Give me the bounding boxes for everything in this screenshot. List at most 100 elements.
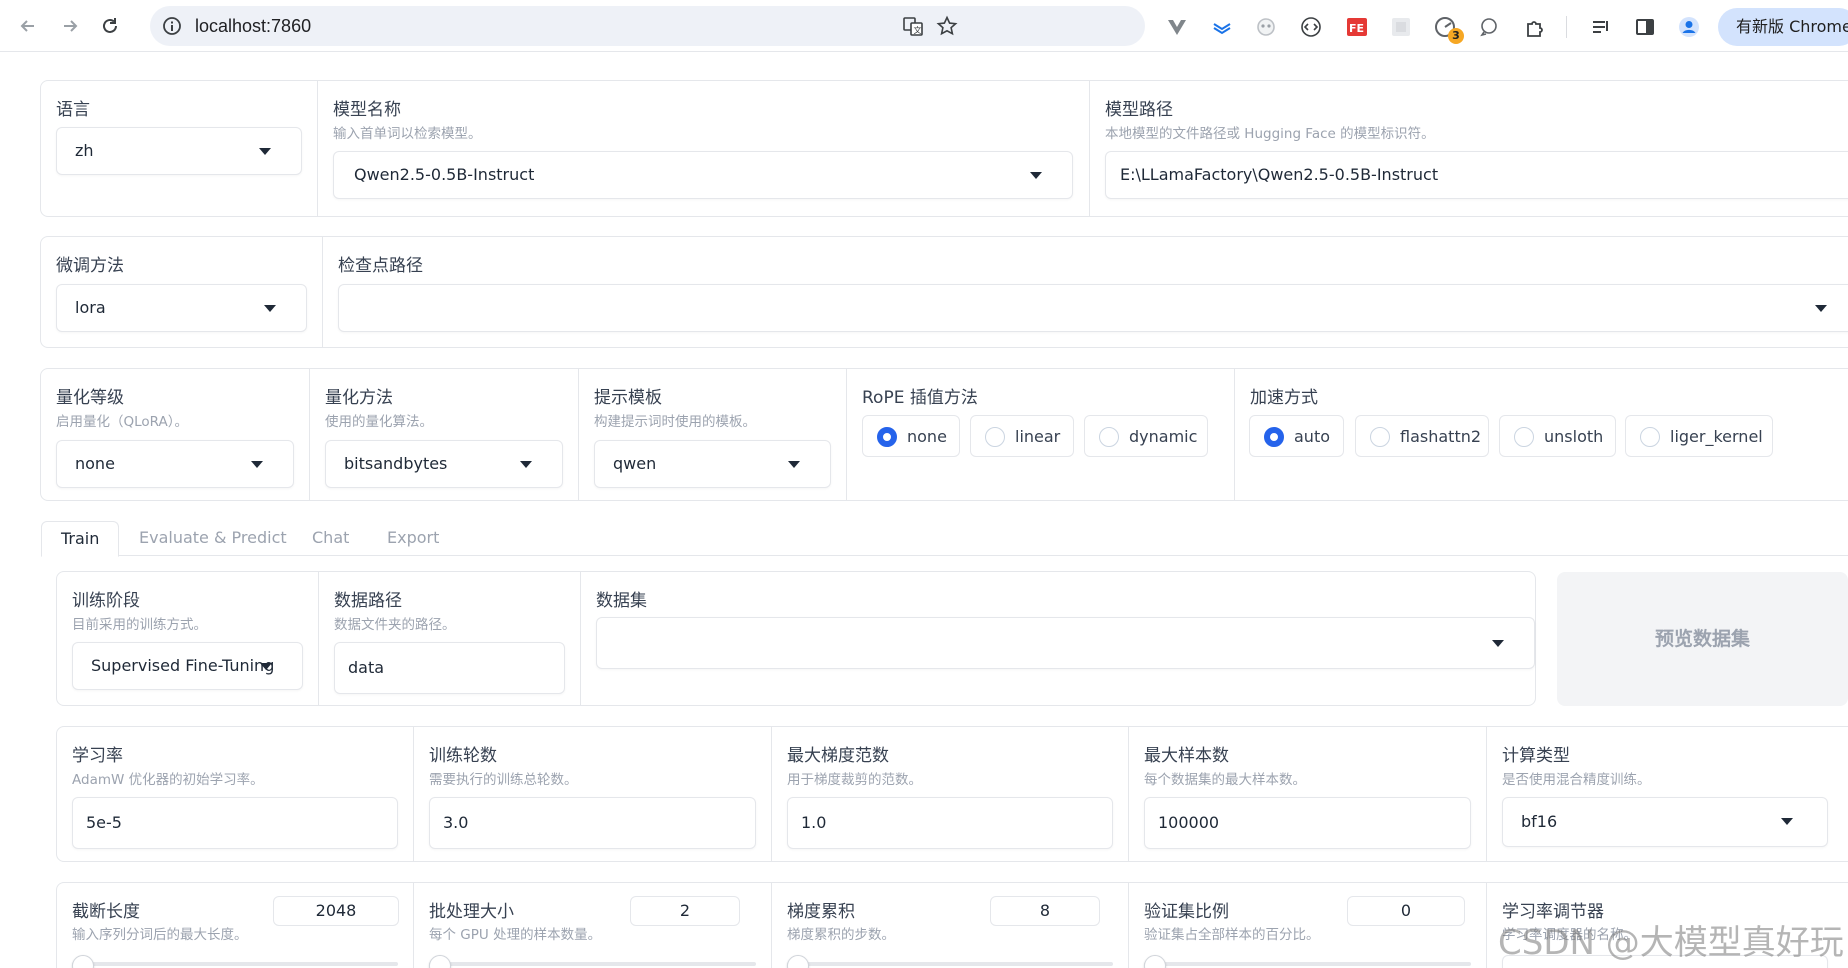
chevron-down-icon: [1030, 172, 1042, 179]
epochs-info: 需要执行的训练总轮数。: [429, 772, 578, 788]
booster-radio-unsloth[interactable]: unsloth: [1499, 415, 1616, 457]
radio-unchecked-icon: [985, 427, 1005, 447]
cutoff-len-cell: 截断长度 输入序列分词后的最大长度。 2048: [57, 883, 414, 968]
rope-radio-none[interactable]: none: [862, 415, 960, 457]
booster-label: 加速方式: [1250, 388, 1318, 408]
grad-accum-slider-handle[interactable]: [787, 955, 809, 968]
code-extension-icon[interactable]: [1300, 16, 1322, 38]
finetune-dropdown[interactable]: lora: [56, 284, 307, 332]
chevron-down-icon: [788, 461, 800, 468]
dataset-dir-cell: 数据路径 数据文件夹的路径。 data: [319, 572, 581, 705]
finetune-cell: 微调方法 lora: [41, 237, 323, 347]
preview-dataset-button[interactable]: 预览数据集: [1557, 572, 1848, 706]
quant-method-dropdown[interactable]: bitsandbytes: [325, 440, 563, 488]
dataset-cell: 数据集: [581, 572, 1537, 705]
finetune-value: lora: [75, 298, 106, 317]
side-panel-icon[interactable]: [1634, 16, 1656, 38]
model-name-info: 输入首单词以检索模型。: [333, 126, 482, 142]
reading-list-icon[interactable]: [1590, 16, 1612, 38]
rope-radio-dynamic[interactable]: dynamic: [1084, 415, 1208, 457]
template-dropdown[interactable]: qwen: [594, 440, 831, 488]
profile-avatar-icon[interactable]: [1678, 16, 1700, 38]
epochs-input[interactable]: 3.0: [429, 797, 756, 849]
chevron-down-icon: [260, 663, 272, 670]
panda-extension-icon[interactable]: [1255, 16, 1277, 38]
dataset-panel: 训练阶段 目前采用的训练方式。 Supervised Fine-Tuning 数…: [56, 571, 1536, 706]
stage-value: Supervised Fine-Tuning: [91, 656, 275, 675]
cutoff-len-slider-handle[interactable]: [72, 955, 94, 968]
tab-train[interactable]: Train: [41, 521, 120, 557]
batch-size-slider-handle[interactable]: [429, 955, 451, 968]
compute-type-info: 是否使用混合精度训练。: [1502, 772, 1651, 788]
booster-radio-auto[interactable]: auto: [1249, 415, 1344, 457]
booster-radio-liger-kernel[interactable]: liger_kernel: [1625, 415, 1773, 457]
quant-bit-dropdown[interactable]: none: [56, 440, 294, 488]
tab-chat[interactable]: Chat: [312, 521, 349, 557]
compute-type-dropdown[interactable]: bf16: [1502, 797, 1828, 847]
val-size-slider-track[interactable]: [1144, 962, 1471, 966]
stage-dropdown[interactable]: Supervised Fine-Tuning: [72, 642, 303, 690]
language-dropdown[interactable]: zh: [56, 127, 302, 175]
val-size-label: 验证集比例: [1144, 902, 1229, 922]
model-settings-panel: 语言 zh 模型名称 输入首单词以检索模型。 Qwen2.5-0.5B-Inst…: [40, 80, 1848, 217]
translate-icon[interactable]: 文: [902, 15, 924, 37]
cutoff-len-slider-track[interactable]: [72, 962, 398, 966]
image-extension-icon[interactable]: [1390, 16, 1412, 38]
booster-option-label: auto: [1294, 427, 1331, 446]
tab-export[interactable]: Export: [387, 521, 439, 557]
radio-checked-icon: [877, 427, 897, 447]
reload-icon[interactable]: [98, 14, 122, 38]
bookmark-star-icon[interactable]: [936, 15, 958, 37]
toolbar-divider: [1566, 16, 1567, 38]
address-bar[interactable]: localhost:7860 文: [150, 6, 1145, 46]
batch-size-number[interactable]: 2: [630, 896, 740, 926]
model-path-input[interactable]: E:\LLamaFactory\Qwen2.5-0.5B-Instruct: [1105, 151, 1848, 199]
extensions-puzzle-icon[interactable]: [1524, 16, 1546, 38]
max-grad-norm-input[interactable]: 1.0: [787, 797, 1113, 849]
rope-radio-linear[interactable]: linear: [970, 415, 1074, 457]
model-name-dropdown[interactable]: Qwen2.5-0.5B-Instruct: [333, 151, 1073, 199]
finetune-label: 微调方法: [56, 256, 124, 276]
browser-toolbar: localhost:7860 文 FE 3 有新版 Chrome: [0, 0, 1848, 52]
learning-rate-input[interactable]: 5e-5: [72, 797, 398, 849]
forward-icon[interactable]: [58, 14, 82, 38]
val-size-number[interactable]: 0: [1347, 896, 1465, 926]
quant-bit-value: none: [75, 454, 115, 473]
val-size-cell: 验证集比例 验证集占全部样本的百分比。 0: [1129, 883, 1487, 968]
vue-devtools-icon[interactable]: [1166, 16, 1188, 38]
language-cell: 语言 zh: [41, 81, 318, 216]
max-samples-info: 每个数据集的最大样本数。: [1144, 772, 1306, 788]
url-text: localhost:7860: [195, 16, 312, 36]
grad-accum-number[interactable]: 8: [990, 896, 1100, 926]
csdn-watermark: CSDN @大模型真好玩: [1498, 923, 1844, 963]
cutoff-len-info: 输入序列分词后的最大长度。: [72, 927, 248, 943]
dataset-dir-label: 数据路径: [334, 591, 402, 611]
dataset-dropdown[interactable]: [596, 617, 1535, 669]
booster-option-label: liger_kernel: [1670, 427, 1763, 446]
model-name-cell: 模型名称 输入首单词以检索模型。 Qwen2.5-0.5B-Instruct: [318, 81, 1090, 216]
tab-evaluate-predict[interactable]: Evaluate & Predict: [139, 521, 287, 557]
dataset-dir-input[interactable]: data: [334, 642, 565, 694]
quant-method-info: 使用的量化算法。: [325, 414, 433, 430]
chrome-update-button[interactable]: 有新版 Chrome: [1718, 8, 1848, 46]
template-label: 提示模板: [594, 388, 662, 408]
template-info: 构建提示词时使用的模板。: [594, 414, 756, 430]
site-info-icon[interactable]: [162, 16, 182, 36]
fe-extension-icon[interactable]: FE: [1346, 16, 1368, 38]
cutoff-len-number[interactable]: 2048: [273, 896, 399, 926]
back-icon[interactable]: [16, 14, 40, 38]
booster-radio-flashattn2[interactable]: flashattn2: [1355, 415, 1489, 457]
val-size-slider-handle[interactable]: [1144, 955, 1166, 968]
grad-accum-label: 梯度累积: [787, 902, 855, 922]
checkpoint-dropdown[interactable]: [338, 284, 1848, 332]
model-path-cell: 模型路径 本地模型的文件路径或 Hugging Face 的模型标识符。 E:\…: [1090, 81, 1848, 216]
dataset-dir-info: 数据文件夹的路径。: [334, 617, 456, 633]
layers-extension-icon[interactable]: [1211, 16, 1233, 38]
grad-accum-slider-track[interactable]: [787, 962, 1113, 966]
model-path-info: 本地模型的文件路径或 Hugging Face 的模型标识符。: [1105, 126, 1435, 142]
chat-extension-icon[interactable]: [1478, 16, 1500, 38]
batch-size-label: 批处理大小: [429, 902, 514, 922]
radio-unchecked-icon: [1099, 427, 1119, 447]
batch-size-slider-track[interactable]: [429, 962, 756, 966]
max-samples-input[interactable]: 100000: [1144, 797, 1471, 849]
